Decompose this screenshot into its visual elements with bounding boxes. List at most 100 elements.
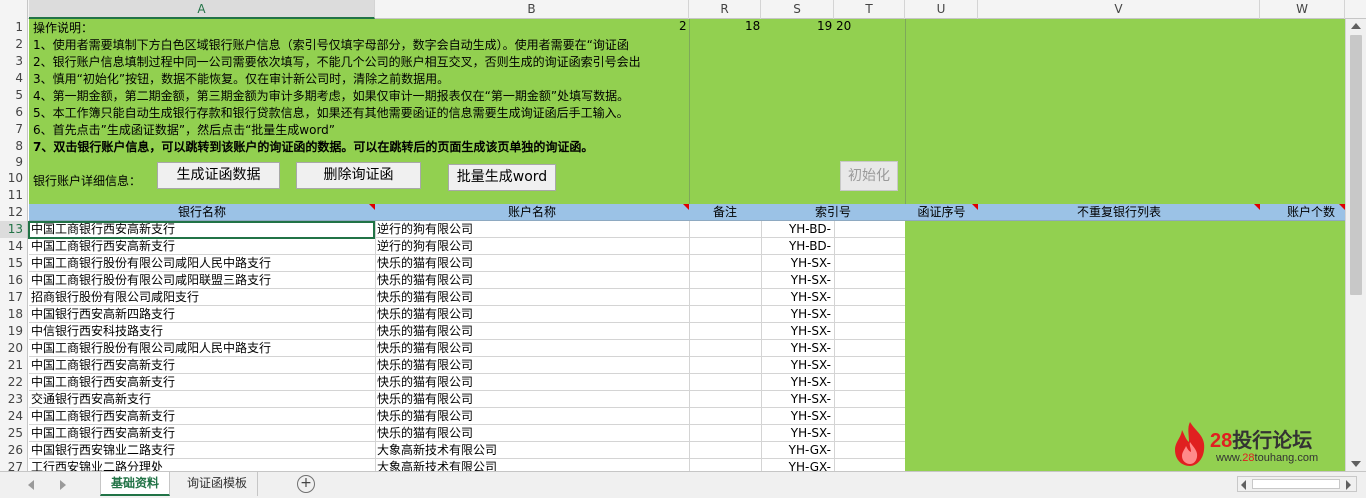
bank-name-cell[interactable]: 交通银行西安高新支行 bbox=[29, 391, 375, 407]
row-header[interactable]: 21 bbox=[0, 357, 28, 374]
account-name-cell[interactable]: 快乐的猫有限公司 bbox=[375, 255, 689, 271]
account-name-cell[interactable]: 快乐的猫有限公司 bbox=[375, 323, 689, 339]
note-cell[interactable] bbox=[689, 374, 761, 390]
table-row[interactable]: 中国工商银行股份有限公司咸阳人民中路支行 快乐的猫有限公司 YH-SX- bbox=[29, 340, 905, 357]
row-header[interactable]: 13 bbox=[0, 221, 28, 238]
row-header[interactable]: 1 bbox=[0, 19, 28, 36]
row-header[interactable]: 26 bbox=[0, 442, 28, 459]
table-row[interactable]: 交通银行西安高新支行 快乐的猫有限公司 YH-SX- bbox=[29, 391, 905, 408]
initialize-button[interactable]: 初始化 bbox=[840, 161, 898, 191]
table-row[interactable]: 中国银行西安锦业二路支行 大象高新技术有限公司 YH-GX- bbox=[29, 442, 905, 459]
delete-letters-button[interactable]: 删除询证函 bbox=[296, 162, 421, 189]
prev-sheet-icon[interactable] bbox=[28, 480, 34, 490]
bank-name-cell[interactable]: 中国工商银行股份有限公司咸阳人民中路支行 bbox=[29, 340, 375, 356]
account-name-cell[interactable]: 大象高新技术有限公司 bbox=[375, 442, 689, 458]
note-cell[interactable] bbox=[689, 357, 761, 373]
note-cell[interactable] bbox=[689, 340, 761, 356]
row-header[interactable]: 25 bbox=[0, 425, 28, 442]
generate-letter-data-button[interactable]: 生成证函数据 bbox=[157, 162, 280, 189]
bank-name-cell[interactable]: 中国工商银行西安高新支行 bbox=[29, 425, 375, 441]
row-header[interactable]: 14 bbox=[0, 238, 28, 255]
table-row[interactable]: 中信银行西安科技路支行 快乐的猫有限公司 YH-SX- bbox=[29, 323, 905, 340]
index-number-suffix-cell[interactable] bbox=[834, 340, 905, 356]
table-row[interactable]: 中国银行西安高新四路支行 快乐的猫有限公司 YH-SX- bbox=[29, 306, 905, 323]
row-header[interactable]: 18 bbox=[0, 306, 28, 323]
account-name-cell[interactable]: 逆行的狗有限公司 bbox=[375, 238, 689, 254]
bank-name-cell[interactable]: 中国银行西安高新四路支行 bbox=[29, 306, 375, 322]
index-number-cell[interactable]: YH-SX- bbox=[761, 272, 834, 288]
index-number-cell[interactable]: YH-SX- bbox=[761, 323, 834, 339]
bank-name-cell[interactable]: 中国工商银行西安高新支行 bbox=[29, 357, 375, 373]
index-number-suffix-cell[interactable] bbox=[834, 408, 905, 424]
note-cell[interactable] bbox=[689, 221, 761, 237]
table-row[interactable]: 招商银行股份有限公司咸阳支行 快乐的猫有限公司 YH-SX- bbox=[29, 289, 905, 306]
account-name-cell[interactable]: 快乐的猫有限公司 bbox=[375, 340, 689, 356]
vertical-scroll-thumb[interactable] bbox=[1350, 35, 1362, 295]
sheet-tab-letter-template[interactable]: 询证函模板 bbox=[177, 472, 259, 496]
index-number-suffix-cell[interactable] bbox=[834, 374, 905, 390]
comment-indicator[interactable] bbox=[369, 204, 375, 210]
note-cell[interactable] bbox=[689, 238, 761, 254]
index-number-suffix-cell[interactable] bbox=[834, 306, 905, 322]
index-number-suffix-cell[interactable] bbox=[834, 221, 905, 237]
scroll-down-icon[interactable] bbox=[1351, 461, 1361, 467]
index-number-suffix-cell[interactable] bbox=[834, 255, 905, 271]
active-cell-cursor[interactable] bbox=[28, 221, 375, 239]
account-name-cell[interactable]: 快乐的猫有限公司 bbox=[375, 357, 689, 373]
table-row[interactable]: 中国工商银行西安高新支行 快乐的猫有限公司 YH-SX- bbox=[29, 425, 905, 442]
row-header[interactable]: 20 bbox=[0, 340, 28, 357]
row-header[interactable]: 4 bbox=[0, 70, 28, 87]
column-header-u[interactable]: U bbox=[905, 0, 978, 19]
account-name-cell[interactable]: 快乐的猫有限公司 bbox=[375, 374, 689, 390]
index-number-suffix-cell[interactable] bbox=[834, 238, 905, 254]
index-number-cell[interactable]: YH-BD- bbox=[761, 221, 834, 237]
index-number-cell[interactable]: YH-SX- bbox=[761, 340, 834, 356]
column-header-r[interactable]: R bbox=[689, 0, 761, 19]
note-cell[interactable] bbox=[689, 255, 761, 271]
note-cell[interactable] bbox=[689, 391, 761, 407]
table-row[interactable]: 中国工商银行西安高新支行 逆行的狗有限公司 YH-BD- bbox=[29, 238, 905, 255]
comment-indicator[interactable] bbox=[683, 204, 689, 210]
row-header[interactable]: 15 bbox=[0, 255, 28, 272]
column-header-a[interactable]: A bbox=[29, 0, 375, 19]
sheet-tab-basic-data[interactable]: 基础资料 bbox=[100, 472, 171, 496]
note-cell[interactable] bbox=[689, 306, 761, 322]
horizontal-scrollbar[interactable] bbox=[1237, 476, 1357, 492]
table-row[interactable]: 中国工商银行股份有限公司咸阳人民中路支行 快乐的猫有限公司 YH-SX- bbox=[29, 255, 905, 272]
index-number-cell[interactable]: YH-GX- bbox=[761, 442, 834, 458]
row-header[interactable]: 16 bbox=[0, 272, 28, 289]
row-header[interactable]: 22 bbox=[0, 374, 28, 391]
index-number-cell[interactable]: YH-SX- bbox=[761, 391, 834, 407]
index-number-cell[interactable]: YH-SX- bbox=[761, 357, 834, 373]
index-number-suffix-cell[interactable] bbox=[834, 442, 905, 458]
row-header[interactable]: 2 bbox=[0, 36, 28, 53]
row-header[interactable]: 19 bbox=[0, 323, 28, 340]
bank-name-cell[interactable]: 中国银行西安锦业二路支行 bbox=[29, 442, 375, 458]
row-header[interactable]: 10 bbox=[0, 170, 28, 187]
note-cell[interactable] bbox=[689, 408, 761, 424]
note-cell[interactable] bbox=[689, 323, 761, 339]
index-number-cell[interactable]: YH-SX- bbox=[761, 425, 834, 441]
index-number-cell[interactable]: YH-SX- bbox=[761, 374, 834, 390]
table-row[interactable]: 中国工商银行西安高新支行 快乐的猫有限公司 YH-SX- bbox=[29, 408, 905, 425]
bank-name-cell[interactable]: 中国工商银行西安高新支行 bbox=[29, 374, 375, 390]
table-row[interactable]: 中国工商银行股份有限公司咸阳联盟三路支行 快乐的猫有限公司 YH-SX- bbox=[29, 272, 905, 289]
index-number-cell[interactable]: YH-SX- bbox=[761, 306, 834, 322]
select-all-corner[interactable] bbox=[0, 0, 28, 19]
note-cell[interactable] bbox=[689, 289, 761, 305]
row-header[interactable]: 17 bbox=[0, 289, 28, 306]
account-name-cell[interactable]: 快乐的猫有限公司 bbox=[375, 408, 689, 424]
add-sheet-button[interactable]: + bbox=[297, 475, 315, 493]
index-number-cell[interactable]: YH-SX- bbox=[761, 255, 834, 271]
bank-name-cell[interactable]: 中信银行西安科技路支行 bbox=[29, 323, 375, 339]
index-number-suffix-cell[interactable] bbox=[834, 323, 905, 339]
index-number-cell[interactable]: YH-SX- bbox=[761, 408, 834, 424]
row-header[interactable]: 11 bbox=[0, 187, 28, 204]
vertical-scrollbar[interactable] bbox=[1345, 19, 1366, 471]
column-header-b[interactable]: B bbox=[375, 0, 689, 19]
index-number-suffix-cell[interactable] bbox=[834, 272, 905, 288]
index-number-suffix-cell[interactable] bbox=[834, 357, 905, 373]
column-header-s[interactable]: S bbox=[761, 0, 834, 19]
scroll-right-icon[interactable] bbox=[1346, 480, 1351, 490]
bank-name-cell[interactable]: 中国工商银行股份有限公司咸阳人民中路支行 bbox=[29, 255, 375, 271]
